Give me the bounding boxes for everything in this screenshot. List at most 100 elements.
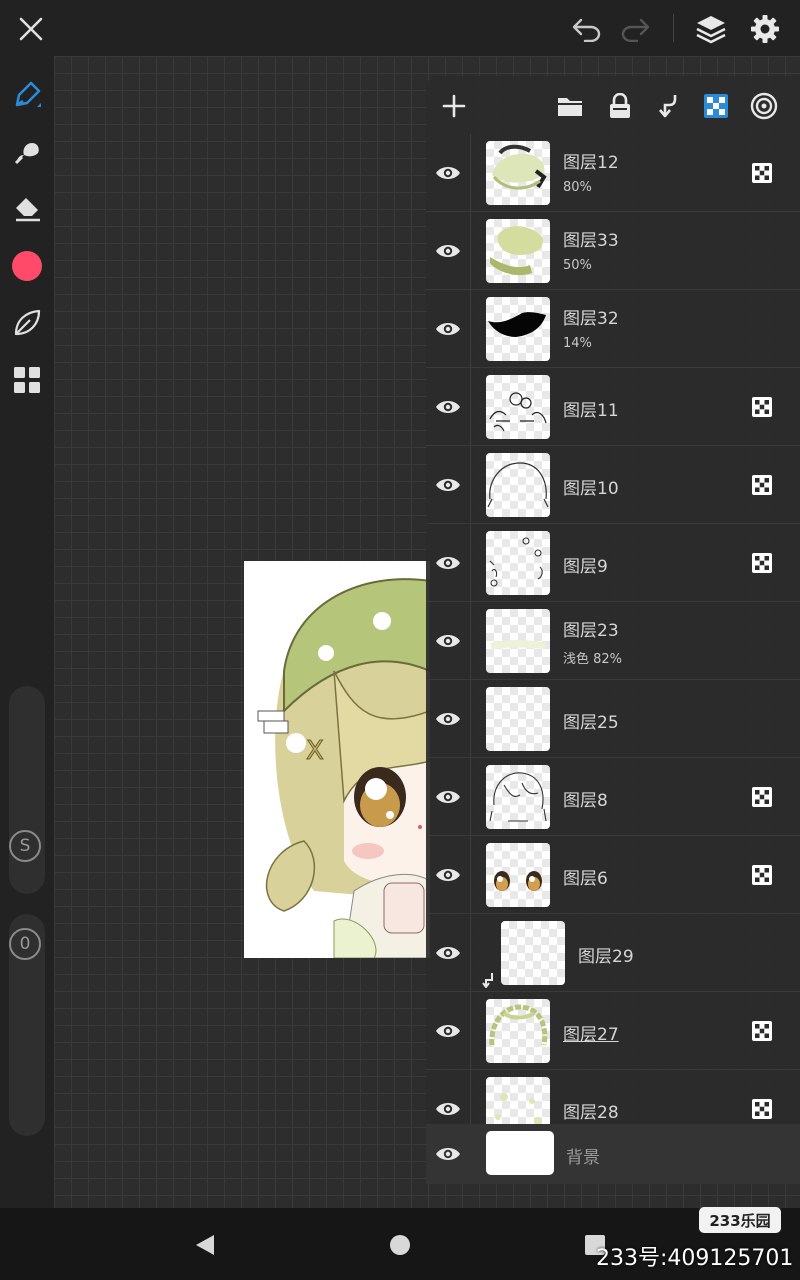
background-layer-row[interactable]: 背景	[426, 1124, 800, 1184]
layer-thumbnail	[486, 765, 550, 829]
folder-icon[interactable]	[550, 86, 590, 126]
layer-name: 图层6	[563, 869, 608, 889]
layer-panel: 图层12 80% 图层33 50% 图层32 14% 图层11 图层10 图层9…	[426, 76, 800, 1184]
layer-thumbnail	[486, 375, 550, 439]
size-slider-label: S	[9, 830, 41, 862]
eye-icon[interactable]	[434, 705, 462, 733]
layer-row[interactable]: 图层8	[426, 758, 800, 836]
size-slider[interactable]	[9, 686, 45, 894]
app: X S 0 图层12 80% 图层33 50% 图层32 14% 图层11 图层…	[0, 0, 800, 1280]
layer-row[interactable]: 图层29	[426, 914, 800, 992]
redo-icon[interactable]	[614, 8, 656, 50]
layer-opacity: 14%	[563, 336, 592, 351]
svg-text:X: X	[306, 736, 324, 766]
alpha-lock-icon[interactable]	[696, 86, 736, 126]
watermark-id-text: 233号:409125701	[596, 1246, 794, 1271]
layer-opacity: 80%	[563, 180, 592, 195]
eye-icon[interactable]	[434, 1017, 462, 1045]
alpha-lock-badge-icon[interactable]	[752, 553, 772, 573]
eye-icon[interactable]	[434, 471, 462, 499]
layer-name: 图层29	[578, 947, 634, 967]
clipping-arrow-icon	[482, 972, 496, 989]
back-icon[interactable]	[190, 1230, 220, 1260]
alpha-lock-badge-icon[interactable]	[752, 397, 772, 417]
eye-icon[interactable]	[434, 939, 462, 967]
alpha-lock-badge-icon[interactable]	[752, 1021, 772, 1041]
layers-icon[interactable]	[690, 8, 732, 50]
layer-name: 图层23	[563, 621, 619, 641]
layer-row[interactable]: 图层33 50%	[426, 212, 800, 290]
layer-name: 图层33	[563, 231, 619, 251]
layer-thumbnail	[501, 921, 565, 985]
topbar-divider	[673, 14, 674, 42]
eye-icon[interactable]	[434, 1140, 462, 1168]
layer-thumbnail	[486, 141, 550, 205]
layer-row[interactable]: 图层23 浅色 82%	[426, 602, 800, 680]
leaf-icon[interactable]	[6, 302, 48, 344]
eye-icon[interactable]	[434, 783, 462, 811]
undo-icon[interactable]	[566, 8, 608, 50]
layer-name: 图层27	[563, 1025, 619, 1045]
home-icon[interactable]	[385, 1230, 415, 1260]
artwork-illustration: X	[257, 578, 430, 958]
eye-icon[interactable]	[434, 315, 462, 343]
layer-thumbnail	[486, 453, 550, 517]
layer-thumbnail	[486, 843, 550, 907]
eye-icon[interactable]	[434, 393, 462, 421]
layer-thumbnail	[486, 219, 550, 283]
layer-thumbnail	[486, 531, 550, 595]
eye-icon[interactable]	[434, 237, 462, 265]
layer-row[interactable]: 图层12 80%	[426, 134, 800, 212]
layer-name: 图层10	[563, 479, 619, 499]
layer-list: 图层12 80% 图层33 50% 图层32 14% 图层11 图层10 图层9…	[426, 134, 800, 1148]
background-layer-name: 背景	[566, 1148, 600, 1168]
add-icon[interactable]	[434, 86, 474, 126]
watermark-logo: 233乐园	[699, 1207, 781, 1233]
grid-icon[interactable]	[6, 359, 48, 401]
layer-row[interactable]: 图层6	[426, 836, 800, 914]
layer-row[interactable]: 图层10	[426, 446, 800, 524]
layer-name: 图层12	[563, 153, 619, 173]
alpha-lock-badge-icon[interactable]	[752, 787, 772, 807]
settings-icon[interactable]	[744, 8, 786, 50]
opacity-slider-label: 0	[9, 928, 41, 960]
layer-name: 图层11	[563, 401, 619, 421]
alpha-lock-badge-icon[interactable]	[752, 475, 772, 495]
top-bar	[0, 0, 800, 56]
close-icon[interactable]	[10, 8, 52, 50]
alpha-lock-badge-icon[interactable]	[752, 865, 772, 885]
layer-name: 图层32	[563, 309, 619, 329]
color-swatch[interactable]	[6, 245, 48, 287]
eye-icon[interactable]	[434, 159, 462, 187]
layer-row[interactable]: 图层27	[426, 992, 800, 1070]
smudge-icon[interactable]	[6, 131, 48, 173]
eye-icon[interactable]	[434, 549, 462, 577]
alpha-lock-badge-icon[interactable]	[752, 1099, 772, 1119]
reference-icon[interactable]	[744, 86, 784, 126]
layer-thumbnail	[486, 999, 550, 1063]
background-thumbnail	[486, 1131, 554, 1175]
layer-row[interactable]: 图层32 14%	[426, 290, 800, 368]
eye-icon[interactable]	[434, 861, 462, 889]
layer-thumbnail	[486, 609, 550, 673]
alpha-lock-badge-icon[interactable]	[752, 163, 772, 183]
layer-blend-opacity: 浅色 82%	[563, 652, 623, 667]
eye-icon[interactable]	[434, 627, 462, 655]
lock-icon[interactable]	[600, 86, 640, 126]
layer-name: 图层9	[563, 557, 608, 577]
layer-name: 图层28	[563, 1103, 619, 1123]
artwork-canvas[interactable]: X	[244, 561, 430, 958]
left-toolbar: S 0	[0, 56, 54, 1208]
layer-opacity: 50%	[563, 258, 592, 273]
layer-row[interactable]: 图层9	[426, 524, 800, 602]
eye-icon[interactable]	[434, 1095, 462, 1123]
layer-row[interactable]: 图层11	[426, 368, 800, 446]
layer-thumbnail	[486, 687, 550, 751]
color-swatch-circle	[12, 251, 42, 281]
layer-name: 图层25	[563, 713, 619, 733]
layer-thumbnail	[486, 297, 550, 361]
layer-row[interactable]: 图层25	[426, 680, 800, 758]
eraser-icon[interactable]	[6, 188, 48, 230]
brush-icon[interactable]	[6, 74, 48, 116]
merge-down-icon[interactable]	[648, 86, 688, 126]
